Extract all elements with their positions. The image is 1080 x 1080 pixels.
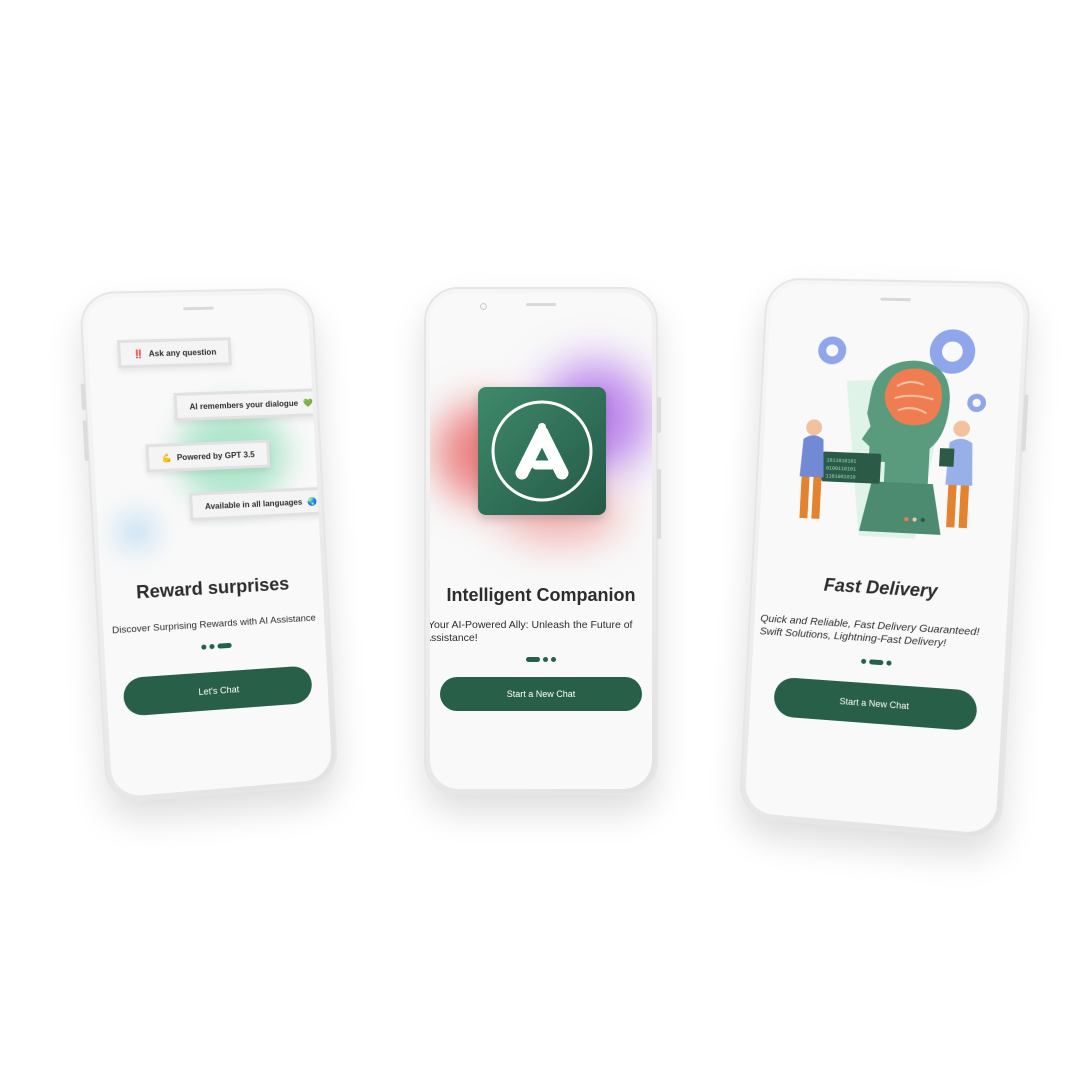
- speaker-grille: [880, 298, 911, 302]
- page-dot: [209, 644, 214, 649]
- chip-memory: AI remembers your dialogue 💚: [173, 388, 328, 421]
- chip-powered-by: 💪 Powered by GPT 3.5: [145, 440, 270, 473]
- onboarding-subtitle-line-1: Your AI-Powered Ally: Unleash the Future…: [430, 619, 650, 632]
- chip-label: AI remembers your dialogue: [189, 398, 298, 411]
- phone-fast-delivery: 1011010101 0100110101 1101001010 Fast De…: [738, 278, 1031, 841]
- mockup-stage: ‼️ Ask any question AI remembers your di…: [0, 0, 1080, 1080]
- onboarding-subtitle: Discover Surprising Rewards with AI Assi…: [103, 611, 324, 638]
- onboarding-title: Intelligent Companion: [430, 585, 652, 606]
- svg-text:0100110101: 0100110101: [826, 465, 856, 472]
- globe-icon: 🌏: [307, 497, 317, 506]
- power-button: [657, 397, 661, 433]
- page-dot-active: [217, 643, 231, 649]
- volume-button: [657, 469, 661, 539]
- double-exclamation-icon: ‼️: [133, 349, 144, 358]
- onboarding-title: Fast Delivery: [756, 571, 1009, 607]
- onboarding-title: Reward surprises: [101, 572, 323, 606]
- page-dot-active: [869, 659, 883, 665]
- flexed-biceps-icon: 💪: [161, 453, 172, 462]
- svg-text:1011010101: 1011010101: [826, 458, 856, 465]
- ai-brain-illustration-icon: 1011010101 0100110101 1101001010: [768, 319, 1015, 568]
- chip-label: Powered by GPT 3.5: [177, 450, 255, 462]
- start-new-chat-button[interactable]: Start a New Chat: [773, 677, 978, 732]
- ai-logo-icon: [478, 387, 606, 515]
- front-camera: [480, 303, 487, 310]
- page-dot: [551, 657, 556, 662]
- onboarding-screen: Intelligent Companion Your AI-Powered Al…: [430, 293, 652, 789]
- chip-ask-question: ‼️ Ask any question: [117, 337, 232, 368]
- page-dot: [886, 660, 891, 665]
- onboarding-subtitle-line-2: Assistance!: [430, 632, 646, 645]
- chip-languages: Available in all languages 🌏: [189, 486, 332, 520]
- chip-label: Ask any question: [148, 347, 216, 358]
- chip-label: Available in all languages: [205, 497, 303, 511]
- page-dot: [543, 657, 548, 662]
- page-dot: [861, 659, 866, 664]
- page-dot-active: [526, 657, 540, 662]
- green-heart-icon: 💚: [303, 398, 313, 407]
- onboarding-screen: 1011010101 0100110101 1101001010 Fast De…: [744, 284, 1024, 835]
- volume-button: [81, 384, 87, 411]
- page-indicator: [430, 657, 652, 663]
- phone-reward-surprises: ‼️ Ask any question AI remembers your di…: [79, 288, 339, 805]
- page-dot: [201, 644, 206, 649]
- speaker-grille: [526, 303, 556, 306]
- page-indicator: [753, 651, 1005, 674]
- onboarding-screen: ‼️ Ask any question AI remembers your di…: [85, 294, 332, 798]
- speaker-grille: [183, 307, 214, 311]
- background-glow: [118, 514, 155, 550]
- phone-intelligent-companion: Intelligent Companion Your AI-Powered Al…: [424, 287, 658, 795]
- lets-chat-button[interactable]: Let's Chat: [123, 665, 313, 716]
- power-button: [1021, 394, 1028, 451]
- start-new-chat-button[interactable]: Start a New Chat: [440, 677, 642, 711]
- page-indicator: [104, 637, 325, 658]
- volume-button: [83, 420, 89, 461]
